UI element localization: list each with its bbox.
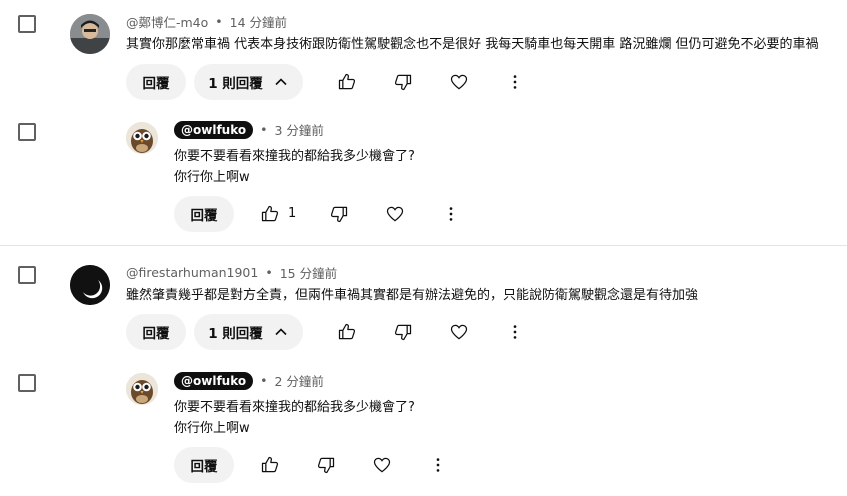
heart-button[interactable] xyxy=(445,68,473,96)
like-button[interactable] xyxy=(256,451,284,479)
thumb-down-icon xyxy=(394,324,412,341)
comment-time[interactable]: 15 分鐘前 xyxy=(280,263,337,282)
meta-separator: • xyxy=(215,14,223,29)
chevron-up-icon xyxy=(275,328,287,336)
reply-label: 回覆 xyxy=(190,208,218,224)
reply-text-line: 你行你上啊w xyxy=(174,170,250,185)
reply-button[interactable]: 回覆 xyxy=(126,64,186,100)
more-actions-button[interactable] xyxy=(501,68,529,96)
thumb-up-icon xyxy=(261,205,279,222)
thumb-down-icon xyxy=(330,206,348,223)
more-actions-button[interactable] xyxy=(437,200,465,228)
comment-meta: @鄭博仁-m4o • 14 分鐘前 xyxy=(126,12,287,31)
comment-text: 其實你那麼常車禍 代表本身技術跟防衛性駕駛觀念也不是很好 我每天騎車也每天開車 … xyxy=(126,37,819,52)
heart-button[interactable] xyxy=(368,451,396,479)
reply-meta: @owlfuko • 3 分鐘前 xyxy=(174,120,324,139)
meta-separator: • xyxy=(265,265,273,280)
reply-button[interactable]: 回覆 xyxy=(174,196,234,232)
avatar[interactable] xyxy=(126,122,158,154)
heart-icon xyxy=(373,457,391,473)
avatar[interactable] xyxy=(126,373,158,405)
thumb-down-icon xyxy=(394,74,412,91)
reply-author-badge[interactable]: @owlfuko xyxy=(174,371,254,390)
dislike-button[interactable] xyxy=(389,68,417,96)
avatar-photo xyxy=(70,14,110,54)
reply-meta: @owlfuko • 2 分鐘前 xyxy=(174,371,324,390)
comment-meta: @firestarhuman1901 • 15 分鐘前 xyxy=(126,263,337,282)
reply-label: 回覆 xyxy=(142,76,170,92)
more-vert-icon xyxy=(436,458,440,472)
reply-text-line: 你要不要看看來撞我的都給我多少機會了? xyxy=(174,400,415,415)
reply-button[interactable]: 回覆 xyxy=(174,447,234,483)
reply-label: 回覆 xyxy=(142,326,170,342)
heart-icon xyxy=(450,74,468,90)
thumb-down-icon xyxy=(317,457,335,474)
more-vert-icon xyxy=(449,207,453,221)
meta-separator: • xyxy=(260,373,268,388)
reply-text-line: 你要不要看看來撞我的都給我多少機會了? xyxy=(174,149,415,164)
reply-label: 回覆 xyxy=(190,459,218,475)
dislike-button[interactable] xyxy=(325,200,353,228)
comment-author[interactable]: @firestarhuman1901 xyxy=(126,265,258,280)
select-checkbox[interactable] xyxy=(18,123,36,141)
more-vert-icon xyxy=(513,75,517,89)
comment-author[interactable]: @鄭博仁-m4o xyxy=(126,12,208,31)
reply-text-line: 你行你上啊w xyxy=(174,421,250,436)
like-count: 1 xyxy=(288,206,297,221)
replies-count-label: 1 則回覆 xyxy=(208,76,263,92)
heart-button[interactable] xyxy=(445,318,473,346)
avatar[interactable] xyxy=(70,14,110,54)
like-button[interactable] xyxy=(333,318,361,346)
replies-count-label: 1 則回覆 xyxy=(208,326,263,342)
thumb-up-icon xyxy=(338,323,356,340)
comment-time[interactable]: 14 分鐘前 xyxy=(230,12,287,31)
thumb-up-icon xyxy=(261,456,279,473)
toggle-replies-button[interactable]: 1 則回覆 xyxy=(194,314,303,350)
reply-author-badge[interactable]: @owlfuko xyxy=(174,120,254,139)
chevron-up-icon xyxy=(275,78,287,86)
owl-icon xyxy=(126,373,158,405)
heart-icon xyxy=(450,324,468,340)
comment-text: 雖然肇責幾乎都是對方全責，但兩件車禍其實都是有辦法避免的，只能說防衛駕駛觀念還是… xyxy=(126,288,699,303)
more-actions-button[interactable] xyxy=(501,318,529,346)
toggle-replies-button[interactable]: 1 則回覆 xyxy=(194,64,303,100)
crescent-moon-icon xyxy=(70,265,110,305)
like-button[interactable] xyxy=(256,200,284,228)
more-vert-icon xyxy=(513,325,517,339)
reply-time[interactable]: 2 分鐘前 xyxy=(274,371,323,390)
select-checkbox[interactable] xyxy=(18,15,36,33)
like-button[interactable] xyxy=(333,68,361,96)
dislike-button[interactable] xyxy=(389,318,417,346)
reply-button[interactable]: 回覆 xyxy=(126,314,186,350)
heart-icon xyxy=(386,206,404,222)
comment-divider xyxy=(0,245,847,246)
heart-button[interactable] xyxy=(381,200,409,228)
owl-icon xyxy=(126,122,158,154)
meta-separator: • xyxy=(260,122,268,137)
more-actions-button[interactable] xyxy=(424,451,452,479)
reply-time[interactable]: 3 分鐘前 xyxy=(274,120,323,139)
select-checkbox[interactable] xyxy=(18,374,36,392)
select-checkbox[interactable] xyxy=(18,266,36,284)
dislike-button[interactable] xyxy=(312,451,340,479)
thumb-up-icon xyxy=(338,73,356,90)
avatar[interactable] xyxy=(70,265,110,305)
